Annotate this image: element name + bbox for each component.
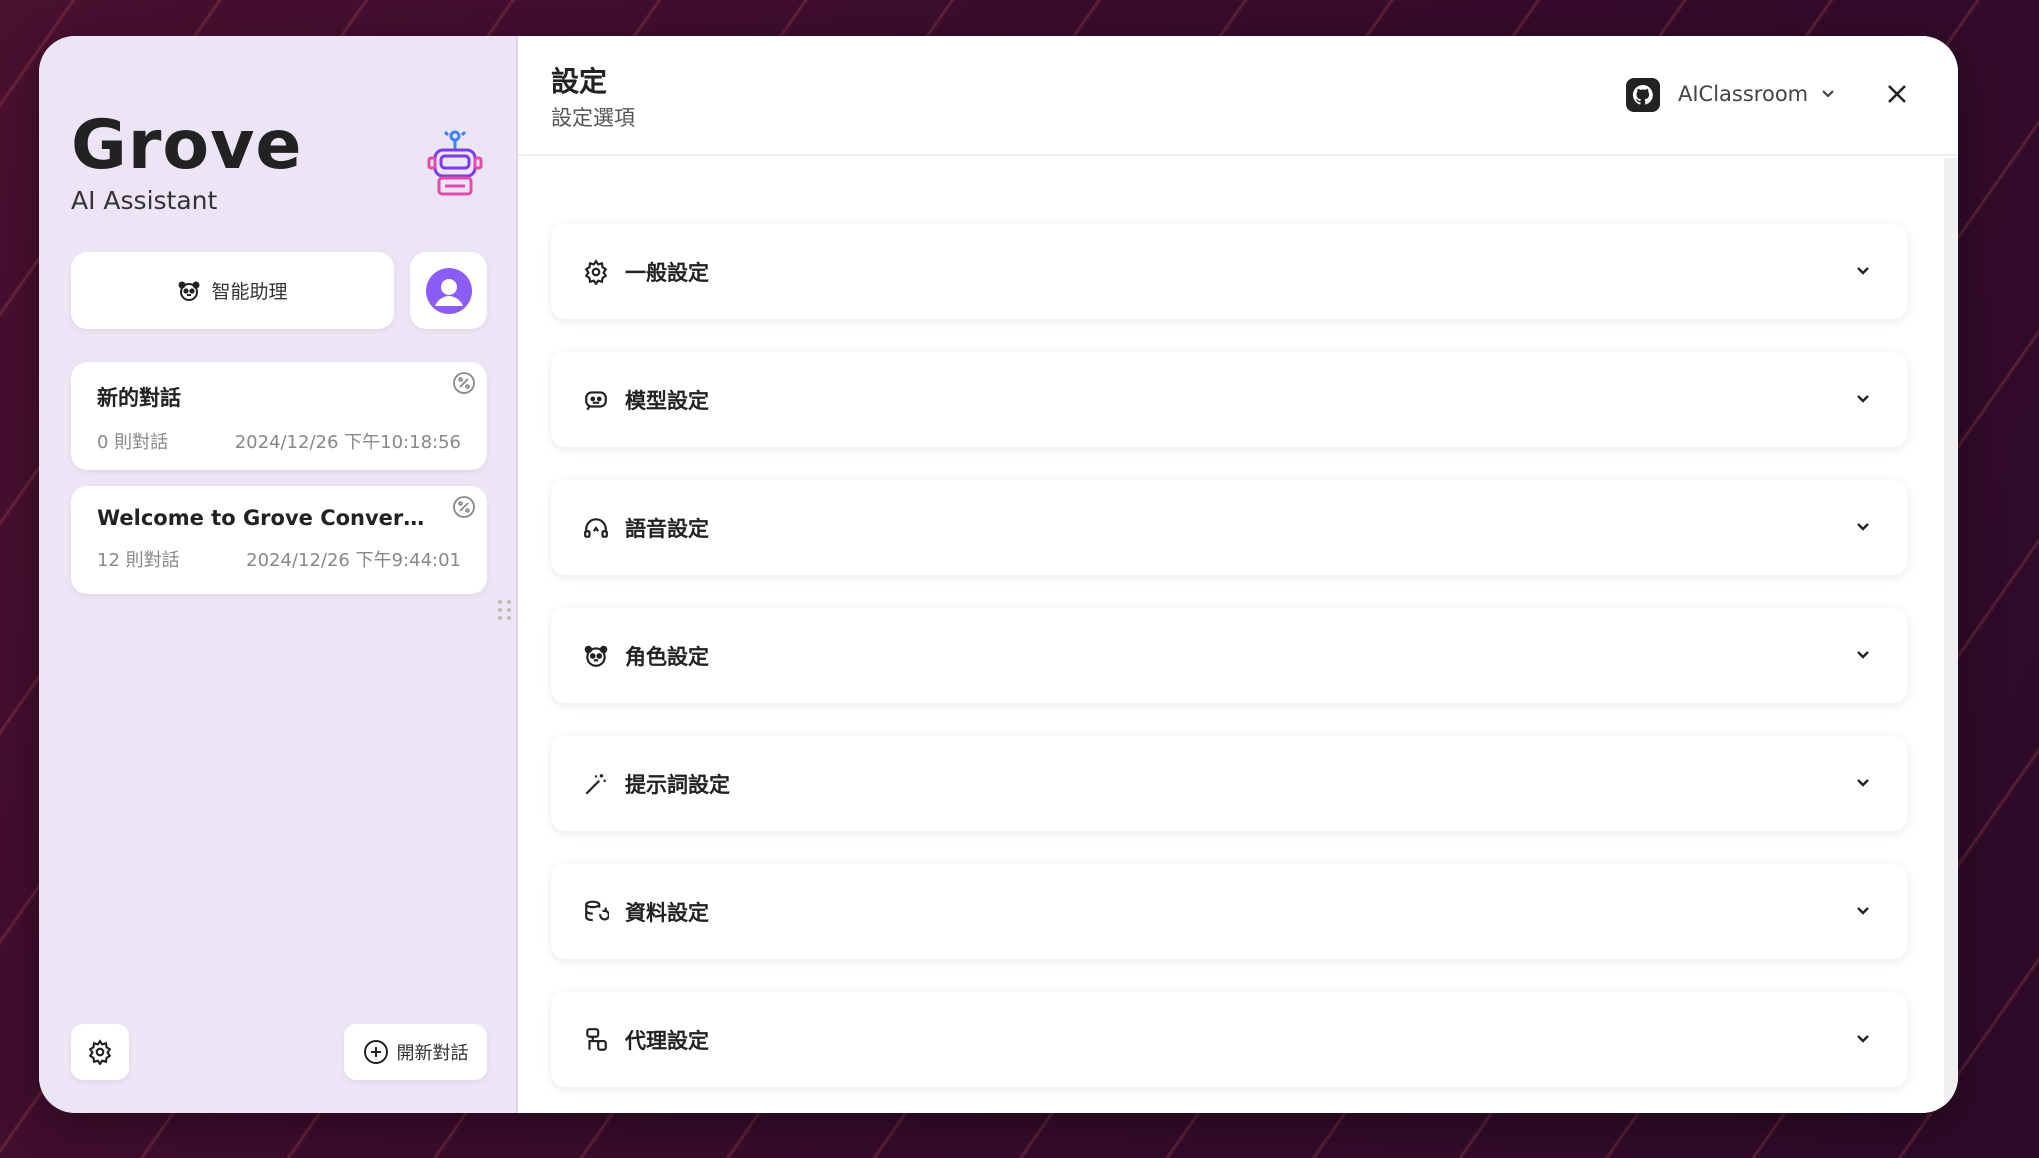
magic-wand-icon <box>581 769 611 799</box>
settings-header: 設定 設定選項 AIClassroom <box>518 36 1958 156</box>
conversation-timestamp: 2024/12/26 下午9:44:01 <box>246 550 461 571</box>
user-avatar-button[interactable] <box>410 252 487 329</box>
chevron-down-icon[interactable] <box>1852 1028 1874 1050</box>
assistant-button-label: 智能助理 <box>211 281 288 303</box>
gear-icon <box>87 1039 113 1065</box>
chevron-down-icon[interactable] <box>1852 516 1874 538</box>
panda-icon <box>581 641 611 671</box>
conversation-count: 0 則對話 <box>97 432 169 453</box>
section-model[interactable]: 模型設定 <box>551 352 1908 447</box>
settings-list: 一般設定 模型設定 語音設定 角色設定 提示詞設定 資料設定 代理設定 <box>518 158 1958 1113</box>
settings-main: 設定 設定選項 AIClassroom 一般設定 模型設定 語音設定 角色設定 … <box>518 36 1958 1113</box>
section-prompt[interactable]: 提示詞設定 <box>551 736 1908 831</box>
plus-circle-icon <box>363 1039 389 1065</box>
section-label: 角色設定 <box>625 644 709 669</box>
gear-icon <box>581 257 611 287</box>
section-agent[interactable]: 代理設定 <box>551 992 1908 1087</box>
github-icon[interactable] <box>1626 78 1660 112</box>
section-label: 資料設定 <box>625 900 709 925</box>
brand-subtitle: AI Assistant <box>71 186 218 215</box>
section-label: 一般設定 <box>625 260 709 285</box>
chevron-down-icon[interactable] <box>1852 900 1874 922</box>
section-voice[interactable]: 語音設定 <box>551 480 1908 575</box>
robot-logo-icon <box>425 128 485 198</box>
chevron-down-icon[interactable] <box>1852 772 1874 794</box>
chevron-down-icon[interactable] <box>1852 644 1874 666</box>
conversation-count: 12 則對話 <box>97 550 180 571</box>
database-icon <box>581 897 611 927</box>
scrollbar[interactable] <box>1944 158 1958 1113</box>
new-chat-label: 開新對話 <box>396 1043 469 1064</box>
app-window: Grove AI Assistant 智能助理 新的對話 0 則對話 2024/… <box>39 36 1958 1113</box>
brand: Grove AI Assistant <box>71 106 303 216</box>
conversation-title: 新的對話 <box>97 386 181 410</box>
conversation-item[interactable]: 新的對話 0 則對話 2024/12/26 下午10:18:56 <box>71 362 487 470</box>
chevron-down-icon[interactable] <box>1852 260 1874 282</box>
network-icon <box>581 1025 611 1055</box>
section-label: 提示詞設定 <box>625 772 730 797</box>
brand-title: Grove <box>71 106 303 185</box>
close-icon[interactable] <box>1881 78 1913 110</box>
conversation-timestamp: 2024/12/26 下午10:18:56 <box>234 432 461 453</box>
chevron-down-icon[interactable] <box>1818 84 1838 104</box>
page-subtitle: 設定選項 <box>551 106 635 130</box>
section-label: 模型設定 <box>625 388 709 413</box>
headphones-icon <box>581 513 611 543</box>
section-label: 語音設定 <box>625 516 709 541</box>
section-label: 代理設定 <box>625 1028 709 1053</box>
chevron-down-icon[interactable] <box>1852 388 1874 410</box>
sidebar-resize-handle-icon[interactable] <box>496 599 514 621</box>
conversation-item[interactable]: Welcome to Grove Conversa... 12 則對話 2024… <box>71 486 487 594</box>
repo-selector[interactable]: AIClassroom <box>1678 82 1808 106</box>
delete-conversation-icon[interactable] <box>451 370 477 396</box>
conversation-title: Welcome to Grove Conversa... <box>97 506 427 530</box>
panda-icon <box>177 279 201 303</box>
section-character[interactable]: 角色設定 <box>551 608 1908 703</box>
assistant-button[interactable]: 智能助理 <box>71 252 394 329</box>
bot-icon <box>581 385 611 415</box>
section-general[interactable]: 一般設定 <box>551 224 1908 319</box>
user-avatar-icon <box>425 267 472 314</box>
new-chat-button[interactable]: 開新對話 <box>344 1024 487 1080</box>
settings-button[interactable] <box>71 1024 129 1080</box>
delete-conversation-icon[interactable] <box>451 494 477 520</box>
page-title: 設定 <box>551 65 608 98</box>
section-data[interactable]: 資料設定 <box>551 864 1908 959</box>
sidebar: Grove AI Assistant 智能助理 新的對話 0 則對話 2024/… <box>39 36 518 1113</box>
